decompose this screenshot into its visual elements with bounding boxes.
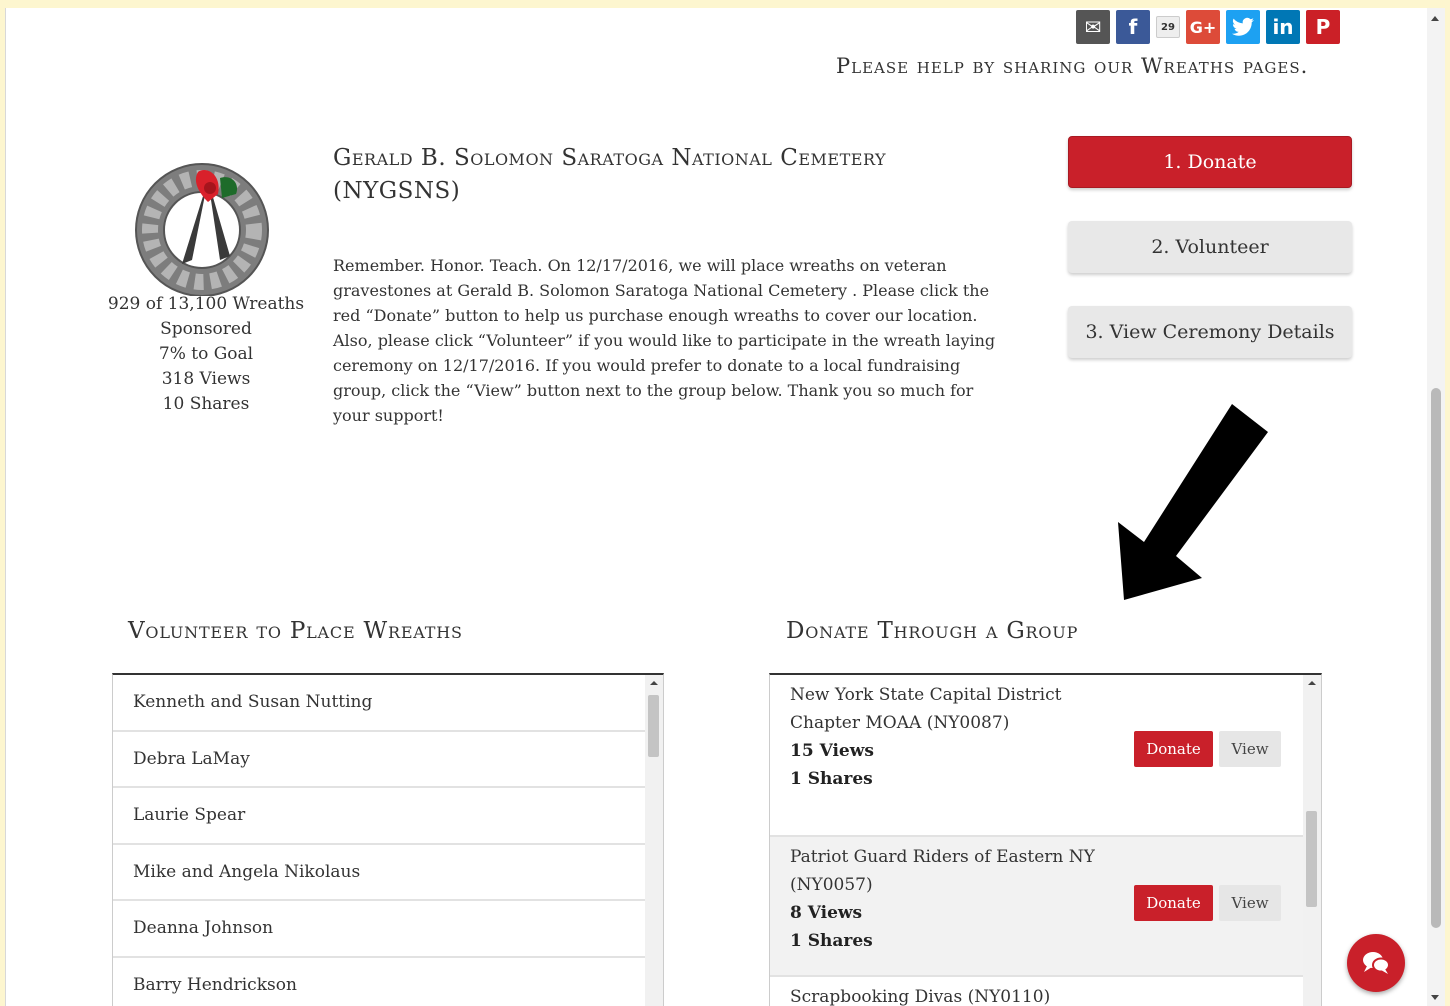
share-total: 10 Shares <box>162 394 250 414</box>
facebook-icon[interactable]: f <box>1116 10 1150 44</box>
sponsorship-stats: 929 of 13,100 Wreaths Sponsored 7% to Go… <box>106 292 306 417</box>
linkedin-icon[interactable]: in <box>1266 10 1300 44</box>
group-list-scrollbar[interactable] <box>1303 675 1321 1006</box>
scroll-thumb[interactable] <box>648 695 659 757</box>
twitter-icon[interactable] <box>1226 10 1260 44</box>
page-scrollbar[interactable] <box>1427 8 1445 1006</box>
scroll-up-icon[interactable] <box>1308 681 1316 685</box>
scroll-up-icon[interactable] <box>650 681 658 685</box>
arrow-annotation <box>1118 404 1268 600</box>
pinterest-icon[interactable]: P <box>1306 10 1340 44</box>
group-name: Patriot Guard Riders of Eastern NY (NY00… <box>790 847 1095 895</box>
group-shares: 1 Shares <box>790 769 873 789</box>
share-count: 29 <box>1156 16 1180 38</box>
scroll-up-icon[interactable] <box>1431 16 1439 21</box>
view-ceremony-button[interactable]: 3. View Ceremony Details <box>1068 306 1352 358</box>
chat-icon <box>1363 952 1390 974</box>
share-bar: ✉ f 29 G+ in P <box>1076 10 1340 44</box>
group-section-title: Donate Through a Group <box>786 618 1079 644</box>
volunteer-section-title: Volunteer to Place Wreaths <box>128 618 463 644</box>
chat-button[interactable] <box>1347 934 1405 992</box>
browser-page: ✉ f 29 G+ in P Please help by sharing ou… <box>5 8 1445 1006</box>
view-count: 318 Views <box>161 369 251 389</box>
group-shares: 1 Shares <box>790 931 873 951</box>
scroll-thumb[interactable] <box>1431 388 1441 928</box>
group-name: Scrapbooking Divas (NY0110) <box>790 987 1051 1006</box>
volunteer-button[interactable]: 2. Volunteer <box>1068 221 1352 273</box>
list-item: Laurie Spear <box>113 788 647 845</box>
wreath-count: 929 of 13,100 Wreaths <box>107 294 305 314</box>
cemetery-description: Remember. Honor. Teach. On 12/17/2016, w… <box>333 256 996 425</box>
cemetery-title: Gerald B. Solomon Saratoga National Ceme… <box>333 145 887 204</box>
google-plus-icon[interactable]: G+ <box>1186 10 1220 44</box>
group-row: New York State Capital District Chapter … <box>770 675 1305 837</box>
group-name: New York State Capital District Chapter … <box>790 685 1062 733</box>
group-donate-button[interactable]: Donate <box>1134 885 1213 921</box>
scroll-down-icon[interactable] <box>1431 995 1439 1000</box>
scroll-thumb[interactable] <box>1306 811 1317 907</box>
group-row: Patriot Guard Riders of Eastern NY (NY00… <box>770 837 1305 977</box>
list-item: Mike and Angela Nikolaus <box>113 845 647 901</box>
wreath-icon <box>135 163 269 296</box>
goal-percent: 7% to Goal <box>158 344 254 364</box>
mail-icon[interactable]: ✉ <box>1076 10 1110 44</box>
volunteer-list-scrollbar[interactable] <box>645 675 663 1006</box>
list-item: Debra LaMay <box>113 732 647 788</box>
donate-button[interactable]: 1. Donate <box>1068 136 1352 188</box>
group-view-button[interactable]: View <box>1219 885 1281 921</box>
group-row: Scrapbooking Divas (NY0110) <box>770 977 1305 1006</box>
sponsored-label: Sponsored <box>160 319 252 339</box>
share-message: Please help by sharing our Wreaths pages… <box>836 54 1309 78</box>
list-item: Kenneth and Susan Nutting <box>113 675 647 732</box>
group-list[interactable]: New York State Capital District Chapter … <box>769 673 1322 1006</box>
list-item: Barry Hendrickson <box>113 958 647 1006</box>
volunteer-list[interactable]: Kenneth and Susan Nutting Debra LaMay La… <box>112 673 664 1006</box>
group-donate-button[interactable]: Donate <box>1134 731 1213 767</box>
list-item: Deanna Johnson <box>113 901 647 958</box>
group-view-button[interactable]: View <box>1219 731 1281 767</box>
